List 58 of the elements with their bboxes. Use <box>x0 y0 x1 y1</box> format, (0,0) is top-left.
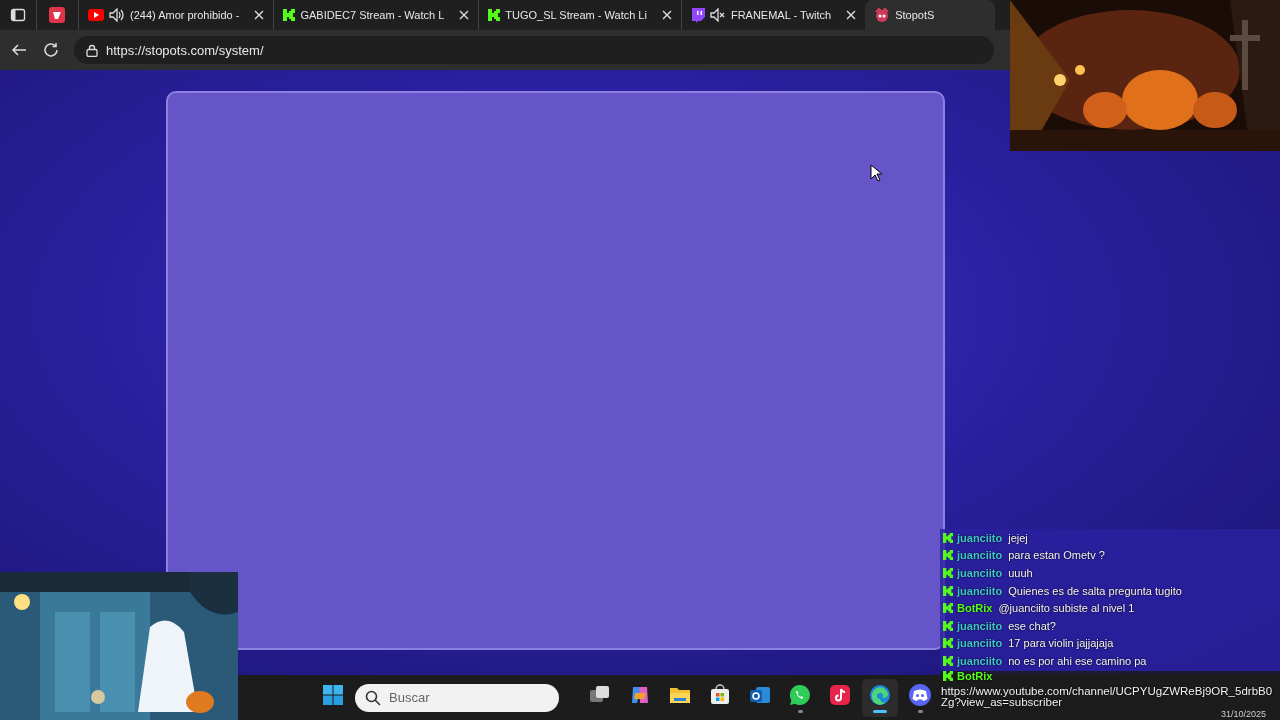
address-field[interactable]: https://stopots.com/system/ <box>74 36 994 64</box>
app-logo-icon <box>49 7 65 23</box>
controller-face-icon <box>909 683 931 706</box>
folder-icon <box>670 687 690 703</box>
search-field[interactable]: Buscar <box>355 683 559 712</box>
k-logo-icon <box>943 568 953 578</box>
k-logo-icon <box>488 9 501 21</box>
chat-username: juanciito <box>957 654 1003 667</box>
k-logo-icon <box>943 638 953 649</box>
task-view-icon <box>590 685 609 702</box>
close-icon[interactable] <box>846 10 857 20</box>
chat-username: juanciito <box>957 549 1003 562</box>
chat-message: uuuh <box>1008 567 1033 579</box>
phone-bubble-icon <box>789 684 810 705</box>
mouse-pointer-icon <box>870 164 882 182</box>
speaker-icon[interactable] <box>109 8 125 22</box>
k-logo-icon <box>283 9 296 21</box>
chat-username: juanciito <box>957 619 1003 632</box>
k-logo-icon <box>943 603 953 614</box>
chat-message: jejej <box>1008 531 1028 544</box>
k-logo-icon <box>943 585 953 596</box>
music-note-icon <box>830 684 850 705</box>
store-bag-icon <box>711 683 729 704</box>
k-logo-icon <box>943 550 953 561</box>
muted-speaker-icon[interactable] <box>709 8 726 22</box>
chat-message: 17 para violin jajjajaja <box>1008 637 1114 650</box>
mail-icon <box>750 686 770 703</box>
k-logo-icon <box>943 532 953 543</box>
chat-username: BotRix <box>957 602 993 615</box>
reload-icon[interactable] <box>42 41 60 59</box>
tab-actions-icon[interactable] <box>10 7 26 23</box>
chat-message: @juanciito subiste al nivel 1 <box>998 602 1135 615</box>
browser-swirl-icon <box>870 684 890 705</box>
chat-message: ese chat? <box>1008 619 1056 632</box>
chat-username: juanciito <box>957 637 1003 650</box>
browser-tab[interactable]: StopotS <box>865 0 996 30</box>
windows-logo-icon <box>323 684 343 705</box>
k-logo-icon <box>943 655 953 666</box>
taskbar-app[interactable] <box>862 678 898 717</box>
chat-message: no es por ahi ese camino pa <box>1008 654 1147 667</box>
close-icon[interactable] <box>459 10 470 20</box>
chat-link[interactable]: https://www.youtube.com/channel/UCPYUgZWReBj9OR_5drbB0Zg?view_as=subscriber <box>941 685 1278 709</box>
close-icon[interactable] <box>254 10 265 20</box>
date-text: 31/10/2025 <box>1220 710 1266 719</box>
chat-username: BotRix <box>957 669 993 682</box>
k-logo-icon <box>943 670 953 681</box>
close-icon[interactable] <box>661 10 672 20</box>
chat-username: juanciito <box>957 584 1003 597</box>
copilot-icon <box>632 686 648 703</box>
chat-username: juanciito <box>957 531 1003 544</box>
lock-icon <box>86 43 98 57</box>
k-logo-icon <box>943 620 953 631</box>
play-icon <box>88 9 104 21</box>
chat-message: Quienes es de salta pregunta tugito <box>1008 584 1182 597</box>
chat-bubble-icon <box>690 7 705 23</box>
chat-username: juanciito <box>957 567 1003 579</box>
mascot-icon <box>874 7 891 23</box>
chat-message: para estan Ometv ? <box>1008 549 1105 562</box>
